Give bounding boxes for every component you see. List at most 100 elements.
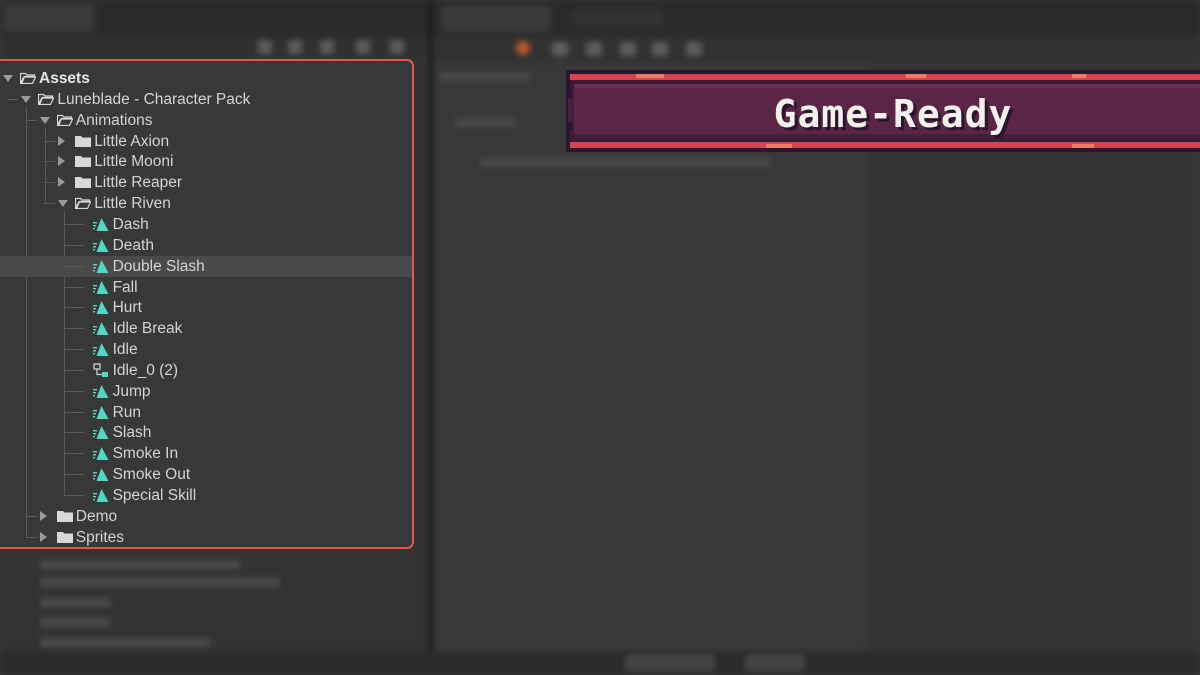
record-icon[interactable]: [516, 41, 530, 55]
folder-open-icon: [38, 93, 55, 105]
tree-guide-line: [25, 515, 37, 517]
tree-asset-row[interactable]: Special Skill: [0, 485, 412, 506]
tree-folder-row[interactable]: Little Mooni: [0, 151, 412, 172]
animation-clip-icon: [92, 405, 109, 419]
tree-asset-row[interactable]: Double Slash: [0, 255, 412, 277]
tree-guide-line: [64, 411, 84, 413]
tree-item-label: Special Skill: [112, 487, 197, 504]
animation-tab[interactable]: [441, 6, 551, 32]
tree-folder-row[interactable]: Sprites: [0, 527, 412, 547]
tree-guide-line: [64, 369, 84, 371]
toolbar-icon[interactable]: [620, 42, 636, 56]
tree-item-label: Little Mooni: [94, 153, 174, 171]
tree-guide-line: [44, 140, 56, 142]
tree-item-label: Death: [112, 236, 154, 254]
toolbar-icon[interactable]: [652, 42, 668, 56]
tree-item-label: Idle: [112, 341, 138, 359]
tree-asset-row[interactable]: Smoke Out: [0, 464, 412, 485]
project-tree-highlight: Assets Luneblade - Character Pack Animatio…: [0, 59, 414, 549]
tree-asset-row[interactable]: Idle_0 (2): [0, 360, 412, 381]
animation-clip-icon: [92, 238, 109, 252]
tree-guide-line: [44, 161, 56, 163]
toolbar-icon[interactable]: [552, 42, 568, 56]
tree-item-label: Jump: [112, 382, 151, 400]
animation-clip-icon: [92, 280, 109, 294]
chevron-down-icon[interactable]: [39, 116, 50, 124]
tree-item-label: Idle_0 (2): [112, 361, 179, 379]
toolbar-icon[interactable]: [288, 40, 302, 54]
chevron-right-icon[interactable]: [58, 177, 66, 188]
chevron-down-icon[interactable]: [58, 200, 69, 208]
dopesheet-button[interactable]: [625, 655, 715, 671]
banner-title: Game-Ready: [773, 92, 1013, 136]
tree-guide-line: [7, 98, 19, 100]
tree-asset-row[interactable]: Idle Break: [0, 318, 412, 339]
tree-guide-line: [25, 536, 37, 538]
folder-icon: [56, 510, 73, 522]
chevron-right-icon[interactable]: [58, 135, 66, 146]
blurred-row: [455, 118, 515, 127]
tree-asset-row[interactable]: Death: [0, 235, 412, 256]
animation-clip-icon: [92, 301, 109, 315]
toolbar-icon[interactable]: [686, 42, 702, 56]
tree-item-label: Smoke Out: [112, 466, 191, 484]
chevron-down-icon[interactable]: [3, 75, 13, 82]
animation-clip-icon: [92, 259, 109, 273]
tree-asset-row[interactable]: Idle: [0, 339, 412, 360]
chevron-right-icon[interactable]: [39, 510, 47, 521]
project-tab[interactable]: [4, 4, 94, 32]
tree-item-label: Assets: [39, 70, 90, 87]
tree-folder-row[interactable]: Little Axion: [0, 131, 412, 152]
folder-open-icon: [56, 114, 73, 126]
animation-clip-icon: [92, 343, 109, 357]
folder-icon: [75, 177, 92, 189]
tree-asset-row[interactable]: Hurt: [0, 297, 412, 318]
chevron-down-icon[interactable]: [21, 95, 32, 103]
tree-guide-line: [64, 244, 84, 246]
animation-clip-icon: [92, 217, 109, 231]
blurred-row: [40, 638, 210, 647]
toolbar-icon[interactable]: [586, 42, 602, 56]
toolbar-icon[interactable]: [390, 40, 404, 54]
tree-asset-row[interactable]: Run: [0, 402, 412, 423]
tree-guide-line: [44, 203, 56, 205]
tree-asset-row[interactable]: Fall: [0, 277, 412, 298]
tree-guide-line: [44, 182, 56, 184]
tree-guide-line: [64, 328, 84, 330]
chevron-right-icon[interactable]: [58, 156, 66, 167]
curves-button[interactable]: [745, 655, 805, 671]
tree-folder-row[interactable]: Demo: [0, 506, 412, 527]
toolbar-icon[interactable]: [320, 40, 334, 54]
tree-folder-row[interactable]: Assets: [0, 68, 412, 89]
tree-folder-row[interactable]: Little Reaper: [0, 172, 412, 193]
toolbar-icon[interactable]: [356, 40, 370, 54]
tree-item-label: Sprites: [75, 528, 125, 546]
tree-asset-row[interactable]: Slash: [0, 422, 412, 443]
tree-folder-row[interactable]: Little Riven: [0, 193, 412, 214]
chevron-right-icon[interactable]: [39, 531, 47, 542]
tree-asset-row[interactable]: Smoke In: [0, 443, 412, 464]
animator-tab[interactable]: [573, 10, 663, 26]
folder-open-icon: [20, 72, 36, 84]
bottom-bar: [0, 652, 1200, 675]
tree-guide-line: [64, 432, 84, 434]
tree-guide-line: [64, 307, 84, 309]
tree-asset-row[interactable]: Jump: [0, 381, 412, 402]
animation-clip-icon: [92, 468, 109, 482]
tree-item-label: Luneblade - Character Pack: [57, 90, 251, 108]
tree-folder-row[interactable]: Luneblade - Character Pack: [0, 89, 412, 110]
tree-item-label: Dash: [112, 215, 149, 233]
animation-window-tabbar: [433, 0, 1200, 36]
animation-clip-icon: [92, 322, 109, 336]
panel-divider[interactable]: [428, 0, 433, 675]
tree-asset-row[interactable]: Dash: [0, 214, 412, 235]
tree-guide-line: [64, 223, 84, 225]
tree-guide-line: [64, 474, 84, 476]
toolbar-icon[interactable]: [258, 40, 272, 54]
timeline-area[interactable]: [870, 62, 1200, 675]
blurred-row: [40, 598, 110, 607]
animation-clip-icon: [92, 489, 109, 502]
tree-guide-line: [25, 119, 37, 121]
animation-clip-icon: [92, 426, 109, 440]
tree-folder-row[interactable]: Animations: [0, 110, 412, 131]
